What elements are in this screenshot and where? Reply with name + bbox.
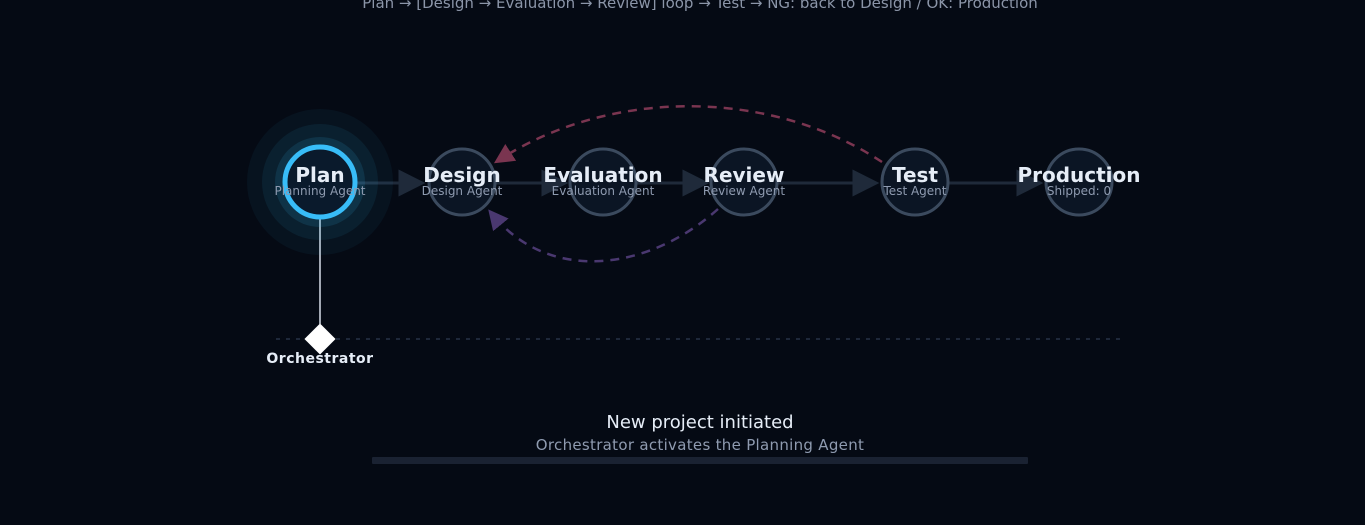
node-review[interactable]: Review Review Agent [703, 147, 785, 217]
node-design-subtitle: Design Agent [422, 184, 503, 198]
node-production-subtitle: Shipped: 0 [1047, 184, 1111, 198]
node-design[interactable]: Design Design Agent [422, 147, 503, 217]
node-plan-subtitle: Planning Agent [274, 184, 365, 198]
node-test-subtitle: Test Agent [883, 184, 947, 198]
status-subtitle: Orchestrator activates the Planning Agen… [535, 436, 865, 454]
node-production[interactable]: Production Shipped: 0 [1017, 147, 1141, 217]
workflow-stage: Plan → [Design → Evaluation → Review] lo… [0, 0, 1365, 525]
ng-loop-arrow [493, 105, 883, 164]
node-review-subtitle: Review Agent [703, 184, 785, 198]
node-test[interactable]: Test Test Agent [880, 147, 950, 217]
review-loop-arrow [488, 208, 719, 263]
node-plan[interactable]: Plan Planning Agent [247, 109, 393, 255]
node-evaluation[interactable]: Evaluation Evaluation Agent [543, 147, 663, 217]
progress-bar [372, 457, 1028, 464]
orchestrator-label: Orchestrator [266, 351, 373, 367]
status-panel: New project initiated Orchestrator activ… [372, 410, 1028, 454]
orchestrator-diamond [304, 323, 336, 355]
node-evaluation-subtitle: Evaluation Agent [552, 184, 655, 198]
status-title: New project initiated [606, 412, 794, 433]
